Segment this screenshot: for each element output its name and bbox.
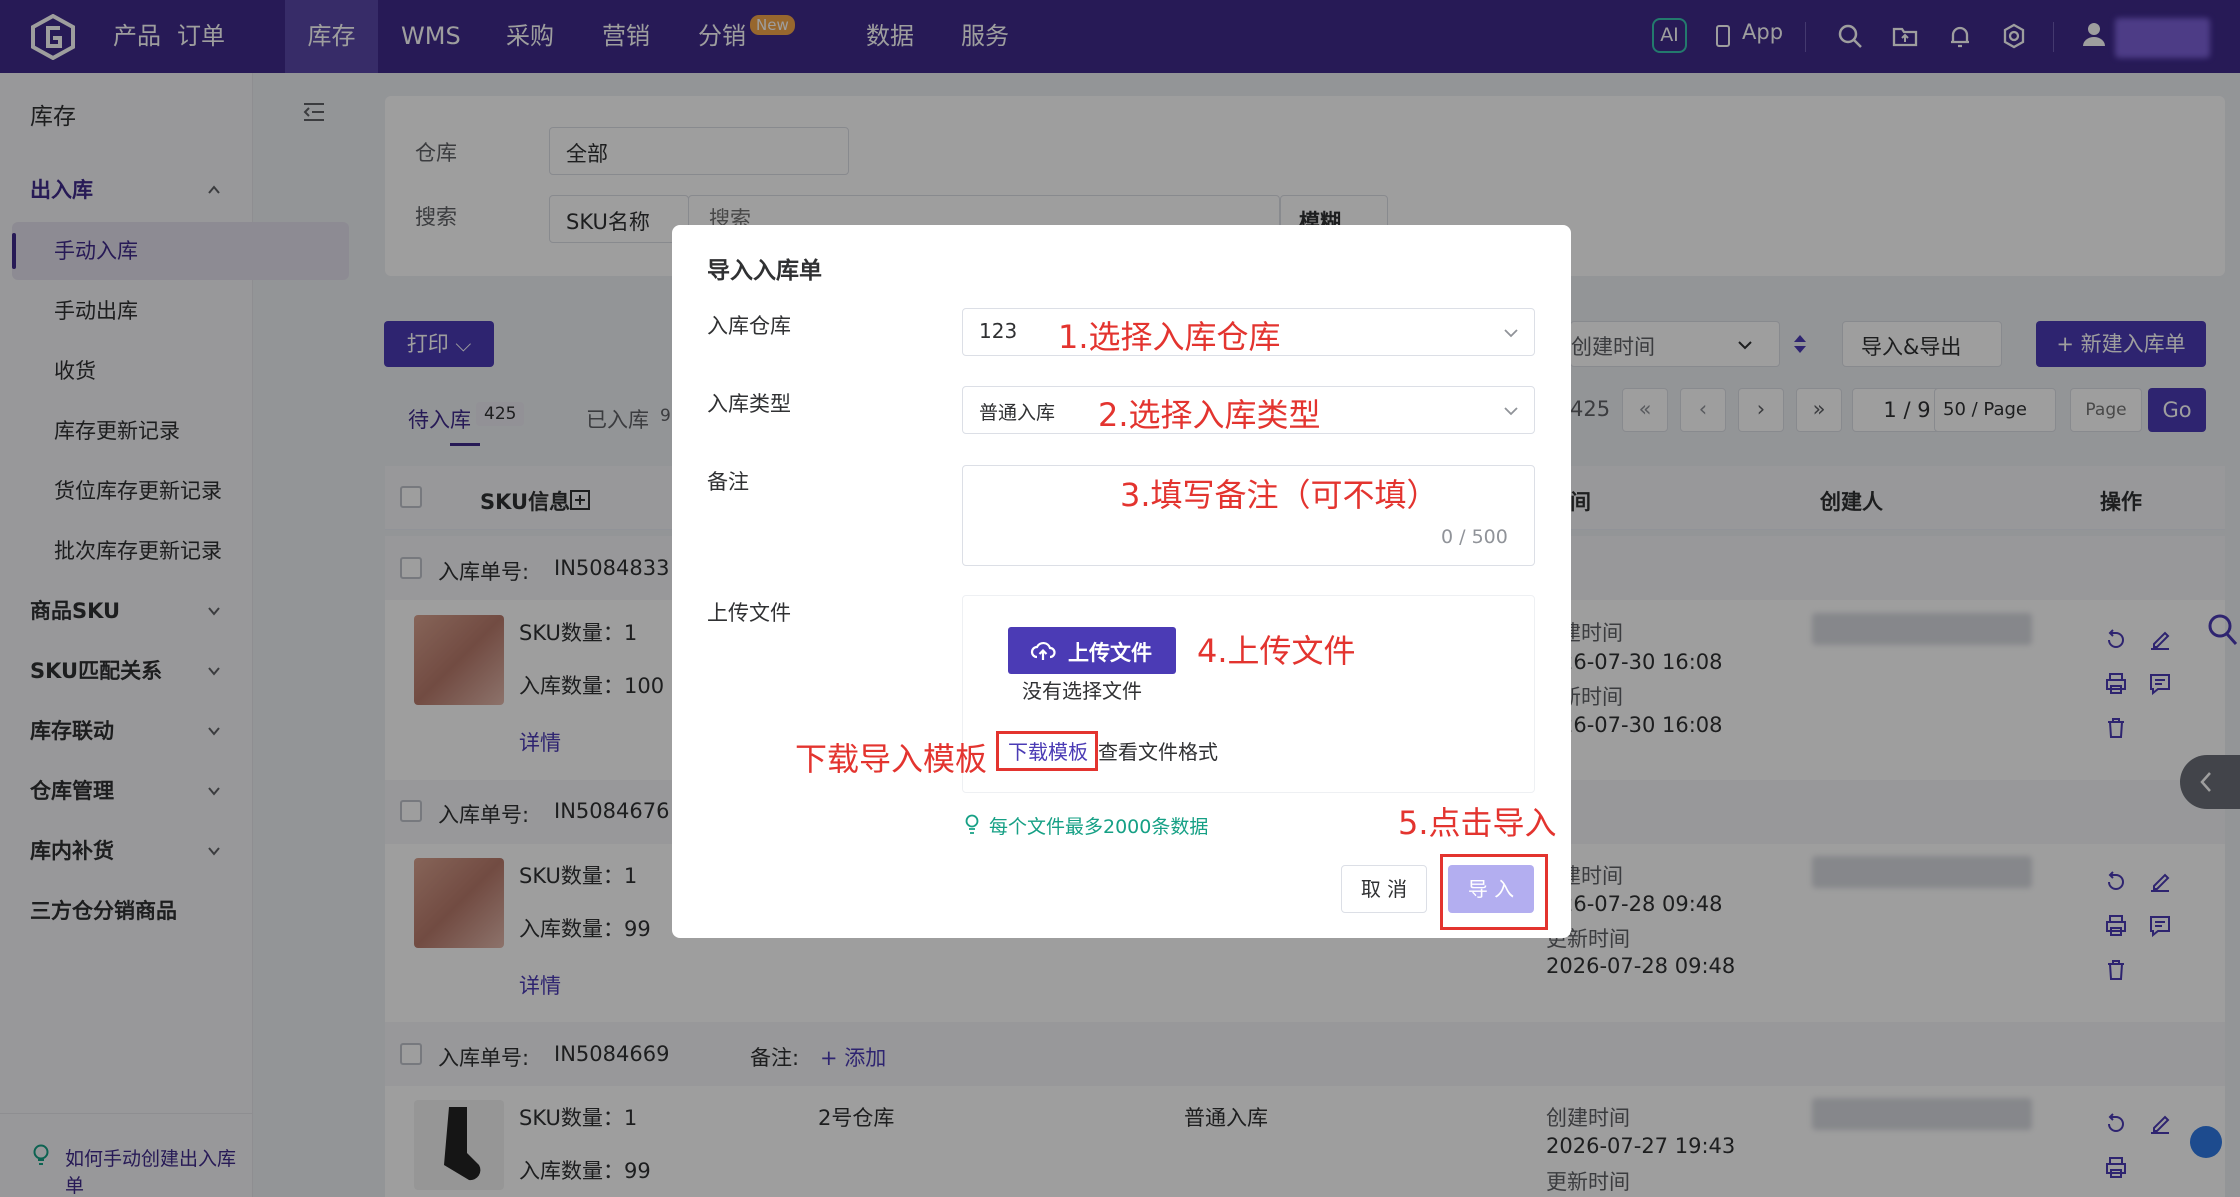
chevron-down-icon xyxy=(1504,329,1518,338)
dialog-title: 导入入库单 xyxy=(707,258,822,284)
annotation-step5: 5.点击导入 xyxy=(1398,804,1557,842)
button-label: 上传文件 xyxy=(1068,641,1152,665)
remark-label: 备注 xyxy=(707,470,749,494)
view-format-link[interactable]: 查看文件格式 xyxy=(1098,736,1218,765)
highlight-download-template xyxy=(996,731,1098,771)
chevron-down-icon xyxy=(1504,407,1518,416)
annotation-step1: 1.选择入库仓库 xyxy=(1058,318,1281,356)
annotation-step2: 2.选择入库类型 xyxy=(1098,396,1321,434)
annotation-step3: 3.填写备注（可不填） xyxy=(1120,476,1439,514)
warehouse-label: 入库仓库 xyxy=(707,314,791,338)
annotation-step4: 4.上传文件 xyxy=(1197,632,1356,670)
annotation-download-hint: 下载导入模板 xyxy=(795,740,988,778)
char-counter: 0 / 500 xyxy=(1441,526,1508,548)
highlight-import-button xyxy=(1440,854,1548,930)
lightbulb-icon xyxy=(965,814,979,834)
import-tip: 每个文件最多2000条数据 xyxy=(989,816,1209,838)
cancel-button[interactable]: 取 消 xyxy=(1341,865,1427,913)
upload-label: 上传文件 xyxy=(707,601,791,625)
cloud-upload-icon xyxy=(1030,641,1056,660)
no-file-text: 没有选择文件 xyxy=(1022,679,1142,703)
type-label: 入库类型 xyxy=(707,392,791,416)
select-value: 123 xyxy=(979,319,1018,343)
upload-file-button[interactable]: 上传文件 xyxy=(1008,627,1176,674)
select-value: 普通入库 xyxy=(979,402,1056,424)
